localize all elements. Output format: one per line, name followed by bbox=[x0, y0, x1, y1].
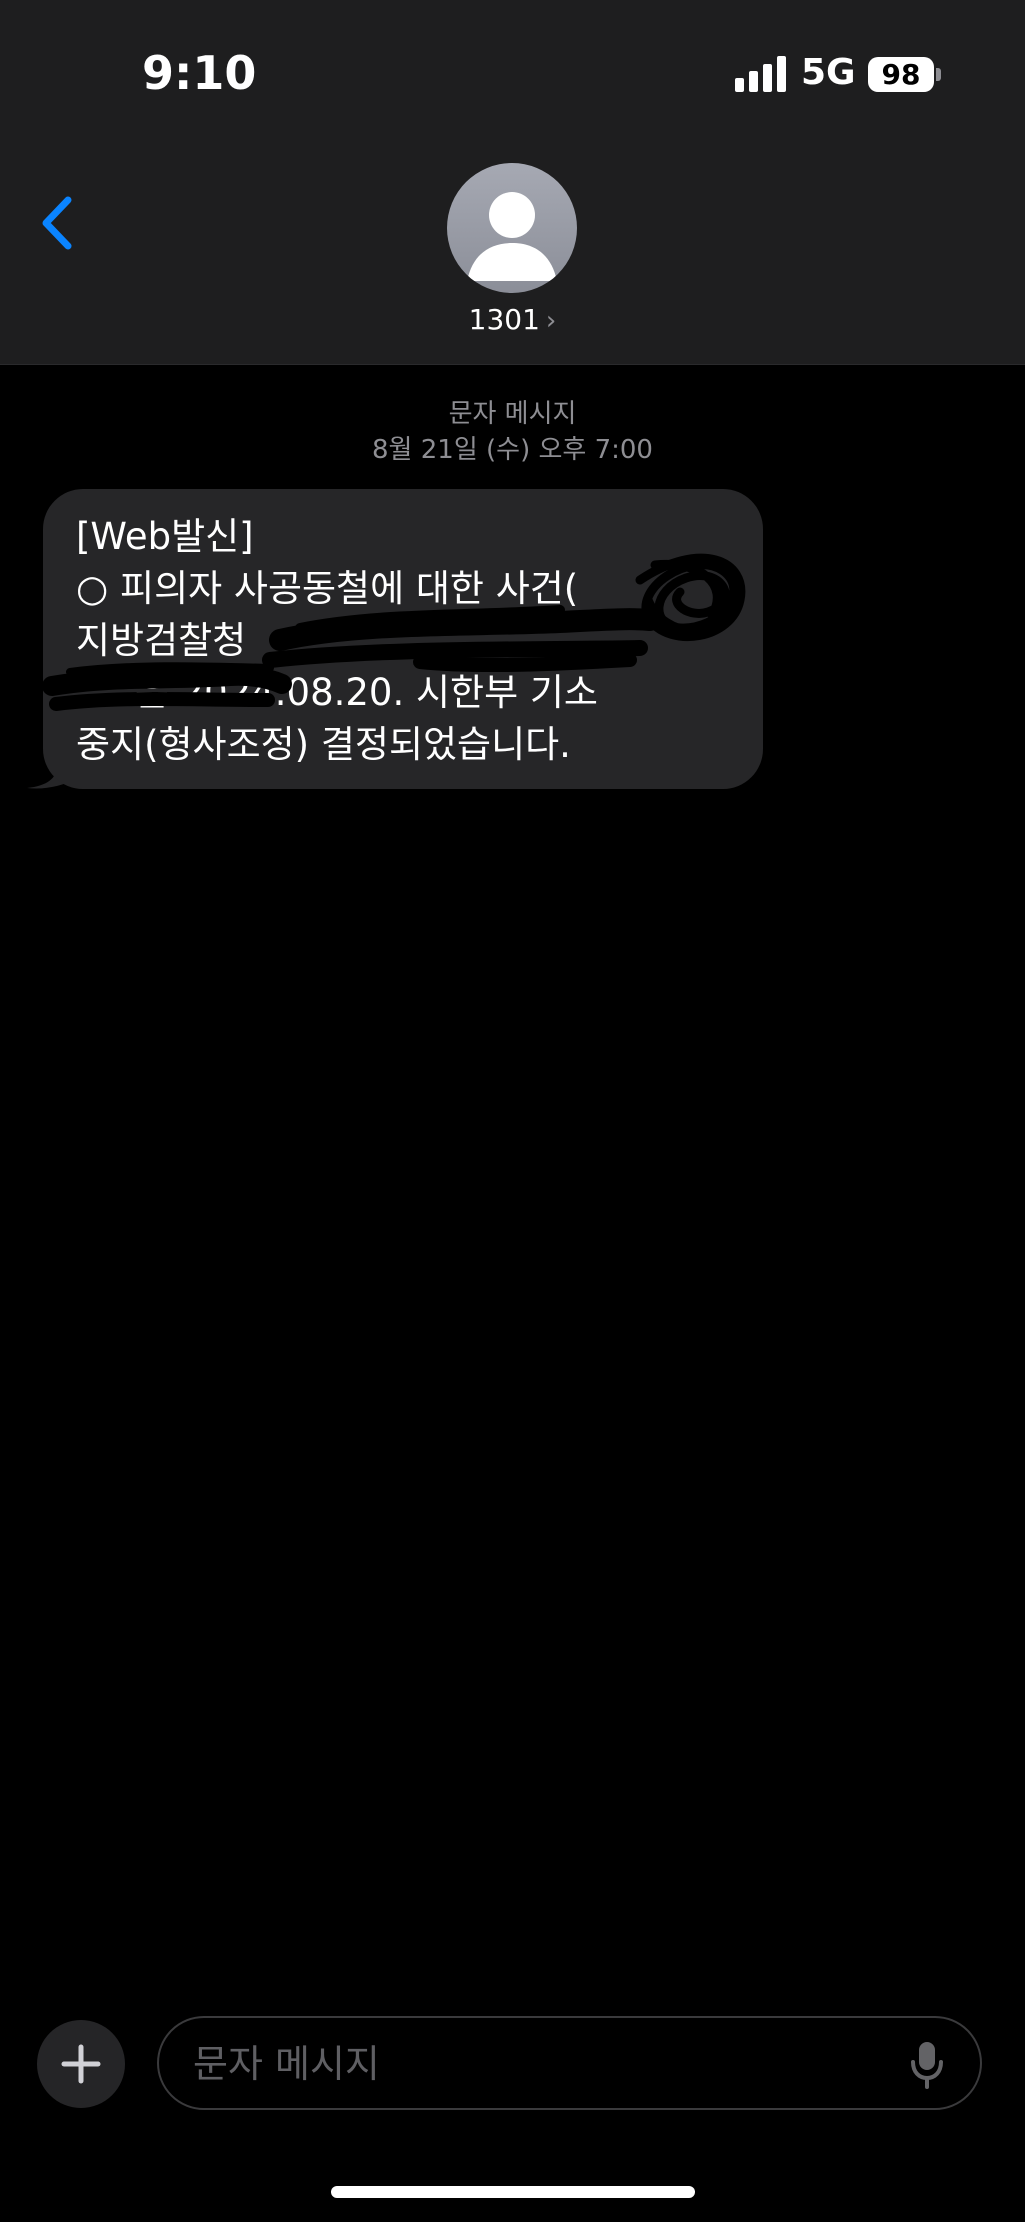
chevron-right-icon: › bbox=[545, 306, 557, 336]
message-input-container bbox=[157, 2016, 982, 2110]
person-silhouette-icon bbox=[467, 192, 557, 281]
contact-name-button[interactable]: 1301 › bbox=[0, 303, 1025, 336]
chevron-left-icon[interactable] bbox=[36, 192, 80, 254]
message-timestamp: 8월 21일 (수) 오후 7:00 bbox=[372, 435, 653, 465]
contact-avatar[interactable] bbox=[447, 163, 577, 293]
home-indicator[interactable] bbox=[331, 2186, 695, 2198]
message-text: [Web발신] ○ 피의자 사공동철에 대한 사건( 지방검찰청 은 2024.… bbox=[76, 515, 598, 766]
conversation-header: 9:10 5G 98 1301 › bbox=[0, 0, 1025, 365]
plus-icon bbox=[61, 2044, 101, 2084]
battery-level: 98 bbox=[881, 58, 921, 91]
network-type-label: 5G bbox=[801, 52, 856, 93]
message-input[interactable] bbox=[191, 2032, 875, 2096]
channel-label: 문자 메시지 bbox=[448, 399, 577, 429]
thread-meta: 문자 메시지 8월 21일 (수) 오후 7:00 bbox=[0, 396, 1025, 468]
message-bubble-incoming[interactable]: [Web발신] ○ 피의자 사공동철에 대한 사건( 지방검찰청 은 2024.… bbox=[43, 489, 763, 789]
microphone-icon[interactable] bbox=[909, 2040, 945, 2090]
battery-nub bbox=[936, 68, 941, 81]
battery-icon: 98 bbox=[868, 57, 934, 92]
add-attachment-button[interactable] bbox=[37, 2020, 125, 2108]
cellular-signal-icon bbox=[735, 56, 786, 92]
status-time: 9:10 bbox=[142, 46, 257, 100]
contact-name: 1301 bbox=[468, 303, 540, 336]
